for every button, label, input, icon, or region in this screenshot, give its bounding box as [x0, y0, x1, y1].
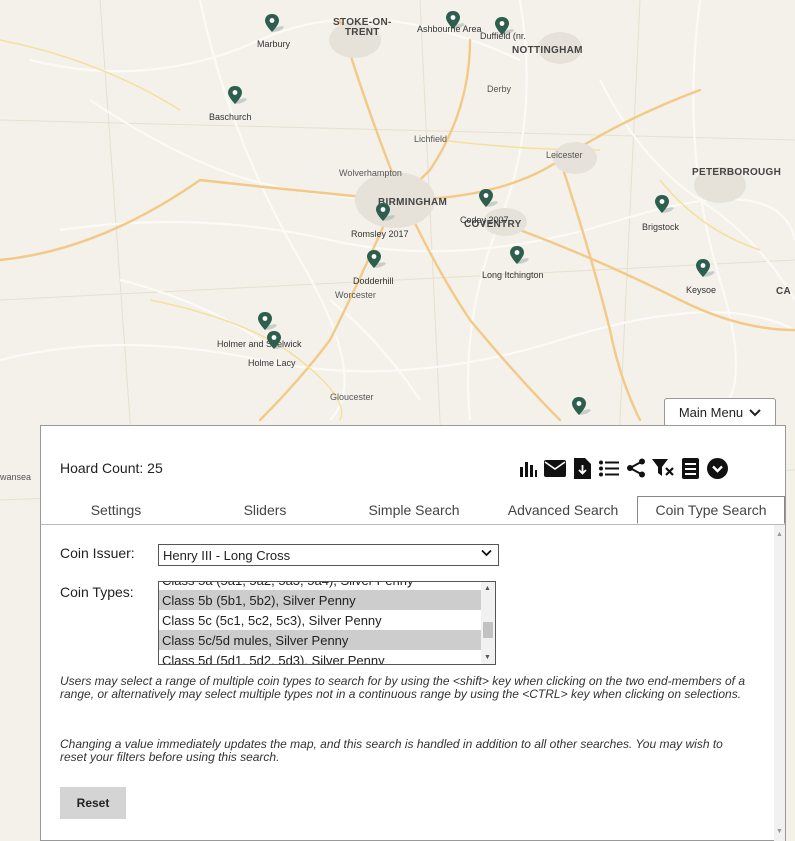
coin-issuer-select[interactable]: Henry III - Long Cross	[158, 544, 499, 566]
filter-clear-icon[interactable]	[652, 457, 674, 479]
hoard-label-bigstock: Brigstock	[642, 222, 680, 232]
chevron-down-icon	[749, 405, 761, 420]
place-label-wansea: wansea	[0, 472, 32, 482]
tab-advanced-search[interactable]: Advanced Search	[489, 496, 637, 524]
scroll-down-icon[interactable]: ▼	[484, 654, 491, 661]
hoard-label-keysoe: Keysoe	[686, 285, 717, 295]
place-label-peterborough: PETERBOROUGH	[692, 167, 782, 178]
hoard-count: Hoard Count: 25	[60, 460, 163, 476]
bar-chart-icon[interactable]	[517, 457, 539, 479]
place-label-lichfield: Lichfield	[414, 134, 448, 144]
map-pin-icon[interactable]	[264, 13, 286, 35]
main-menu-label: Main Menu	[678, 405, 744, 420]
toolbar	[517, 456, 728, 480]
map-pin-icon[interactable]	[227, 85, 249, 107]
map-pin-icon[interactable]	[654, 194, 676, 216]
map-pin-icon[interactable]	[571, 396, 593, 418]
coin-types-scrollbar[interactable]: ▲ ▼	[481, 582, 495, 664]
hoard-label-dodderhill: Dodderhill	[353, 276, 394, 286]
hoard-label-ashbourne: Ashbourne Area	[417, 24, 482, 34]
document-icon[interactable]	[679, 457, 701, 479]
hoard-label-holmer: Holmer and Shelwick	[217, 339, 302, 349]
map-pin-icon[interactable]	[509, 245, 531, 267]
panel-scrollbar[interactable]: ▲ ▼	[774, 525, 785, 841]
tab-settings[interactable]: Settings	[41, 496, 191, 524]
main-menu-panel: Hoard Count: 25 Settings Sliders Simple …	[40, 425, 786, 841]
map-pin-icon[interactable]	[366, 249, 388, 271]
coin-issuer-label: Coin Issuer:	[60, 545, 135, 561]
hoard-label-romsley: Romsley 2017	[351, 229, 409, 239]
map-pin-icon[interactable]	[695, 258, 717, 280]
place-label-stoke: STOKE-ON- TRENT	[333, 17, 392, 38]
place-label-worcester: Worcester	[335, 290, 376, 300]
hoard-label-baschurch: Baschurch	[209, 112, 252, 122]
coin-type-option[interactable]: Class 5c/5d mules, Silver Penny	[159, 630, 481, 650]
place-label-leicester: Leicester	[546, 150, 583, 160]
coin-type-option[interactable]: Class 5b (5b1, 5b2), Silver Penny	[159, 590, 481, 610]
hoard-label-marbury: Marbury	[257, 39, 291, 49]
scroll-up-icon[interactable]: ▲	[484, 585, 491, 592]
place-label-ca: CA	[776, 286, 792, 297]
file-download-icon[interactable]	[571, 457, 593, 479]
chevron-down-icon	[481, 548, 492, 560]
coin-issuer-value: Henry III - Long Cross	[163, 547, 291, 563]
coin-type-option[interactable]: Class 5a (5a1, 5a2, 5a3, 5a4), Silver Pe…	[159, 582, 481, 590]
scroll-up-icon[interactable]: ▲	[776, 531, 783, 538]
coin-type-option[interactable]: Class 5d (5d1, 5d2, 5d3), Silver Penny	[159, 650, 481, 665]
place-label-nottingham: NOTTINGHAM	[512, 45, 583, 56]
hoard-label-coley: Codey 2007	[460, 215, 509, 225]
coin-type-option[interactable]: Class 5c (5c1, 5c2, 5c3), Silver Penny	[159, 610, 481, 630]
map-pin-icon[interactable]	[375, 202, 397, 224]
coin-type-search-content: Coin Issuer: Henry III - Long Cross Coin…	[41, 525, 774, 841]
place-label-derby: Derby	[487, 84, 512, 94]
tab-simple-search[interactable]: Simple Search	[339, 496, 489, 524]
place-label-gloucester: Gloucester	[330, 392, 374, 402]
coin-types-label: Coin Types:	[60, 584, 134, 600]
envelope-icon[interactable]	[544, 457, 566, 479]
coin-types-listbox[interactable]: Class 5a (5a1, 5a2, 5a3, 5a4), Silver Pe…	[158, 581, 496, 665]
map-pin-icon[interactable]	[266, 330, 288, 352]
tab-coin-type-search[interactable]: Coin Type Search	[637, 496, 785, 524]
tab-sliders[interactable]: Sliders	[191, 496, 339, 524]
help-text-range: Users may select a range of multiple coi…	[60, 674, 746, 701]
chevron-circle-down-icon[interactable]	[706, 457, 728, 479]
hoard-label-duffield: Duffield (nr.	[480, 31, 526, 41]
share-icon[interactable]	[625, 457, 647, 479]
hoard-label-holmelacy: Holme Lacy	[248, 358, 296, 368]
scrollbar-thumb[interactable]	[483, 622, 493, 638]
map-pin-icon[interactable]	[478, 188, 500, 210]
main-menu-toggle[interactable]: Main Menu	[664, 398, 776, 426]
list-icon[interactable]	[598, 457, 620, 479]
place-label-wolverhampton: Wolverhampton	[339, 168, 402, 178]
reset-button[interactable]: Reset	[60, 787, 126, 819]
hoard-label-longitchington: Long Itchington	[482, 270, 544, 280]
scroll-down-icon[interactable]: ▼	[776, 828, 783, 835]
help-text-updates: Changing a value immediately updates the…	[60, 737, 723, 764]
search-tabs: Settings Sliders Simple Search Advanced …	[41, 496, 785, 525]
